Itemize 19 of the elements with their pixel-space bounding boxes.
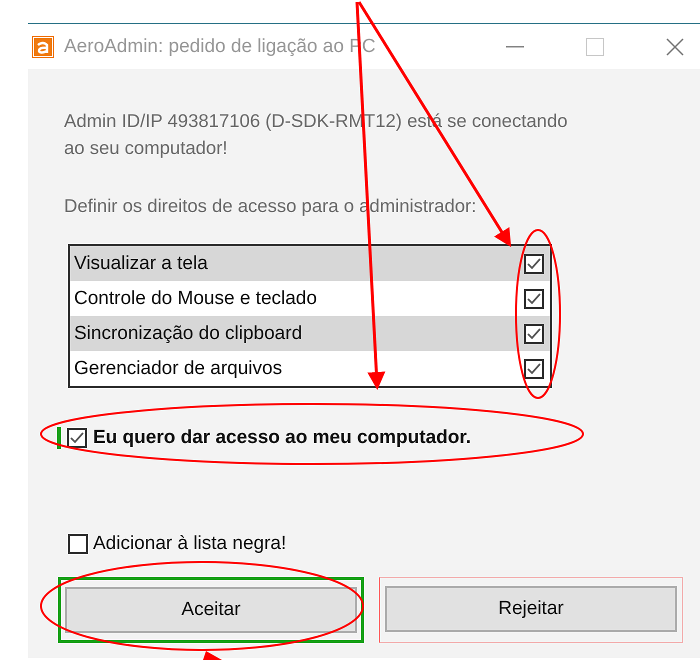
minimize-icon[interactable] <box>506 46 524 48</box>
checkbox[interactable] <box>524 288 544 308</box>
annotation-arrow-head <box>203 651 222 660</box>
reject-button[interactable]: Rejeitar <box>385 586 677 632</box>
close-icon[interactable] <box>666 38 684 56</box>
checkbox[interactable] <box>524 254 544 274</box>
app-logo-icon <box>32 36 54 58</box>
checkbox[interactable] <box>524 358 544 378</box>
permission-label: Controle do Mouse e teclado <box>74 288 317 310</box>
blacklist-label[interactable]: Adicionar à lista negra! <box>93 533 286 555</box>
accept-button[interactable]: Aceitar <box>65 587 357 633</box>
checkbox[interactable] <box>68 534 88 554</box>
permission-label: Visualizar a tela <box>74 252 208 274</box>
permission-label: Sincronização do clipboard <box>74 322 302 344</box>
checkbox[interactable] <box>67 428 87 448</box>
focus-marker <box>57 427 61 449</box>
consent-label[interactable]: Eu quero dar acesso ao meu computador. <box>93 427 471 449</box>
checkbox[interactable] <box>524 324 544 344</box>
permission-label: Gerenciador de arquivos <box>74 358 282 380</box>
